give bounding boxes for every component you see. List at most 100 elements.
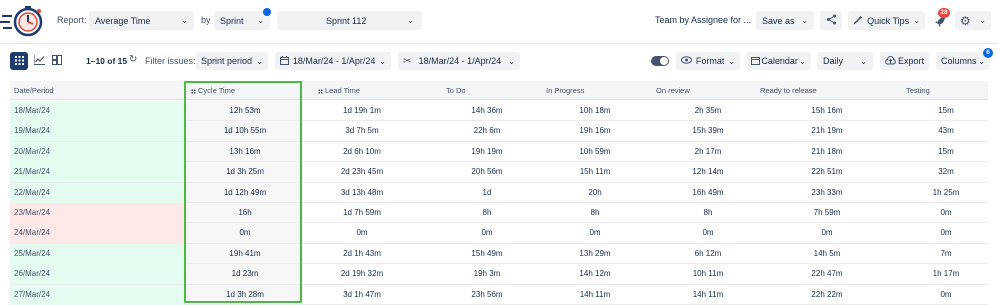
table-row: 21/Mar/24 1d 3h 25m 2d 23h 45m 20h 56m 15h 1… (10, 162, 988, 183)
value-cell: 21h 19m (811, 126, 843, 136)
value-cell: 0m (356, 228, 368, 238)
date-cell: 21/Mar/24 (10, 162, 184, 183)
columns-label: Columns (941, 56, 977, 66)
value-cell: 10h 59m (579, 146, 611, 156)
table-view-button[interactable] (10, 52, 28, 70)
chevron-down-icon: ⌄ (257, 16, 264, 25)
column-header-testing[interactable]: Testing (906, 81, 930, 100)
filter-select[interactable]: Sprint period ⌄ (196, 52, 268, 70)
export-label: Export (897, 56, 924, 66)
value-cell: 16h (238, 208, 252, 217)
columns-badge: 6 (983, 48, 993, 58)
value-cell: 0m (940, 289, 952, 299)
value-cell: 10h 18m (579, 106, 611, 115)
value-cell: 21h 18m (811, 146, 843, 156)
cloud-upload-icon (885, 55, 896, 67)
value-cell: 0m (702, 228, 714, 238)
chart-view-button[interactable] (30, 52, 48, 70)
toggle-switch[interactable] (651, 56, 669, 66)
share-button[interactable] (820, 11, 842, 30)
columns-button[interactable]: Columns ⌄ (936, 52, 990, 70)
gear-icon: ⚙ (960, 13, 971, 28)
calendar-icon (751, 56, 760, 67)
table-row: 27/Mar/24 1d 3h 28m 3d 1h 47m 23h 56m 14h 11… (10, 284, 988, 305)
sprint-select[interactable]: Sprint 112 ⌄ (277, 11, 422, 30)
board-view-button[interactable] (48, 52, 66, 70)
eye-icon (681, 56, 692, 66)
drag-handle-icon[interactable] (318, 89, 323, 94)
value-cell: 15h 11m (579, 167, 611, 177)
by-label: by (201, 15, 211, 25)
date-range-picker[interactable]: 18/Mar/24 - 1/Apr/24 ⌄ (275, 52, 391, 70)
export-button[interactable]: Export (880, 52, 929, 70)
value-cell: 15h 49m (471, 248, 503, 258)
value-cell: 3d 13h 48m (340, 187, 384, 197)
table-header: Date/Period Cycle Time Lead Time To Do I… (10, 81, 988, 100)
table-row: 18/Mar/24 12h 53m 1d 19h 1m 14h 36m 10h 18m 2… (10, 101, 988, 122)
value-cell: 1d 7h 59m (343, 208, 381, 217)
refresh-icon[interactable]: ↻ (129, 54, 137, 65)
calendar-icon (280, 55, 289, 67)
header-divider (0, 43, 998, 44)
date-cell: 19/Mar/24 (10, 121, 184, 142)
value-cell: 12h 14m (692, 167, 724, 177)
column-header-date[interactable]: Date/Period (14, 81, 54, 100)
value-cell: 0m (940, 228, 952, 238)
granularity-select[interactable]: Daily ⌄ (817, 52, 873, 70)
chevron-down-icon: ⌄ (979, 16, 986, 25)
sprint-select-value: Sprint 112 (325, 15, 367, 26)
chevron-down-icon: ⌄ (181, 16, 188, 25)
value-cell: 19h 41m (229, 248, 261, 258)
column-header-to-do[interactable]: To Do (446, 81, 466, 100)
date-cell: 23/Mar/24 (10, 203, 184, 223)
view-toggle (10, 52, 66, 70)
value-cell: 23h 33m (811, 187, 843, 197)
value-cell: 13h 29m (579, 248, 611, 258)
date-cell: 24/Mar/24 (10, 223, 184, 244)
save-as-button[interactable]: Save as ⌄ (756, 11, 814, 30)
report-select[interactable]: Average Time ⌄ (89, 11, 194, 30)
value-cell: 1d (482, 187, 492, 197)
value-cell: 23h 56m (471, 289, 503, 299)
report-select-value: Average Time (95, 15, 151, 26)
column-header-lead-time[interactable]: Lead Time (318, 81, 360, 100)
filter-select-value: Sprint period (201, 56, 253, 66)
column-header-ready-to-release[interactable]: Ready to release (760, 81, 817, 100)
rocket-icon (934, 16, 946, 30)
table-row: 25/Mar/24 19h 41m 2d 1h 43m 15h 49m 13h 29m 6… (10, 243, 988, 265)
value-cell: 22h 6m (473, 126, 501, 136)
app-logo (0, 4, 46, 38)
value-cell: 2d 1h 43m (343, 248, 381, 258)
value-cell: 10h 11m (692, 269, 724, 279)
column-header-on-review[interactable]: On review (656, 81, 690, 100)
notifications-button[interactable]: 28 (932, 8, 950, 30)
column-header-cycle-time[interactable]: Cycle Time (191, 81, 235, 100)
value-cell: 14h 12m (579, 269, 611, 279)
value-cell: 14h 11m (692, 289, 724, 299)
format-button[interactable]: Format ⌄ (676, 52, 740, 70)
chevron-down-icon: ⌄ (860, 56, 867, 66)
drag-handle-icon[interactable] (191, 89, 196, 94)
chevron-down-icon: ⌄ (978, 56, 985, 66)
calendar-select-label: Calendar (761, 56, 798, 66)
value-cell: 19h 16m (579, 126, 611, 136)
sprint-dates-picker[interactable]: ✂ 18/Mar/24 - 1/Apr/24 ⌄ (398, 52, 520, 70)
calendar-select[interactable]: Calendar ⌄ (746, 52, 811, 70)
table-row: 19/Mar/24 1d 10h 55m 3d 7h 5m 22h 6m 19h 16m… (10, 121, 988, 142)
table-row: 24/Mar/24 0m 0m 0m 0m 0m 0m 0m (10, 223, 988, 244)
quick-tips-button[interactable]: Quick Tips ⌄ (848, 11, 925, 30)
team-label[interactable]: Team by Assignee for ... (655, 15, 751, 25)
chevron-down-icon: ⌄ (801, 16, 808, 25)
value-cell: 13h 16m (229, 146, 261, 156)
value-cell: 0m (481, 228, 493, 238)
value-cell: 19h 3m (473, 269, 501, 279)
value-cell: 19h 19m (471, 146, 503, 156)
settings-button[interactable]: ⚙ ⌄ (955, 11, 991, 30)
by-select[interactable]: Sprint ⌄ (214, 11, 270, 30)
value-cell: 1d 10h 55m (223, 126, 267, 136)
date-cell: 27/Mar/24 (10, 284, 184, 305)
value-cell: 2d 19h 32m (340, 269, 384, 279)
chevron-down-icon: ⌄ (379, 56, 386, 66)
column-header-in-progress[interactable]: In Progress (546, 81, 584, 100)
by-select-value: Sprint (220, 15, 244, 26)
